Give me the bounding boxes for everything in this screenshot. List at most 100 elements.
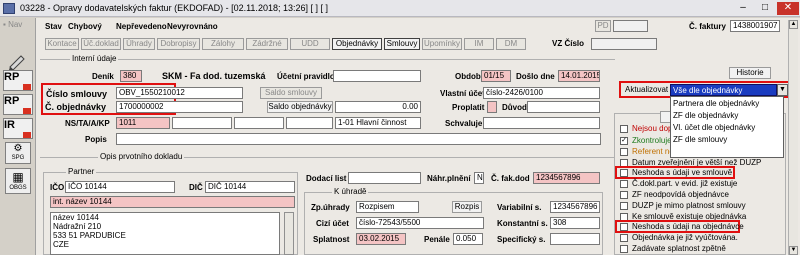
doslo-dne-input[interactable]: 14.01.2015 — [558, 70, 600, 82]
cislo-smlouvy-input[interactable]: OBV_1550210012 — [116, 87, 243, 99]
pd-button[interactable]: PD — [595, 20, 611, 32]
a-input[interactable] — [234, 117, 284, 129]
edit-icon[interactable] — [7, 54, 27, 71]
dodaci-list-input[interactable] — [348, 172, 421, 184]
fak-dod-input[interactable]: 1234567896 — [533, 172, 600, 184]
check-label: ZF neodpovídá objednávce — [632, 190, 729, 199]
rp-button-2[interactable]: RP — [3, 94, 33, 115]
dropdown-option[interactable]: ZF dle objednávky — [673, 111, 738, 120]
check-neshoda-objednavka[interactable] — [620, 223, 628, 231]
tab-dm[interactable]: DM — [496, 38, 526, 50]
tab-smlouvy[interactable]: Smlouvy — [384, 38, 420, 50]
check-referent[interactable] — [620, 148, 628, 156]
ucetni-pravidlo-input[interactable] — [333, 70, 421, 82]
ico-input[interactable]: IČO 10144 — [65, 181, 175, 193]
dropdown-option[interactable]: Partnera dle objednávky — [673, 99, 759, 108]
saldo-smlouvy-button[interactable]: Saldo smlouvy — [260, 87, 322, 99]
nahr-plneni-input[interactable]: N — [474, 172, 484, 184]
tab-objednavky[interactable]: Objednávky — [332, 38, 382, 50]
spg-button[interactable]: ⚙ SPG — [5, 142, 31, 164]
check-label: Objednávka je již vyúčtována. — [632, 233, 738, 242]
proplatit-input[interactable] — [487, 101, 497, 113]
check-zkontroluje[interactable]: ✓ — [620, 137, 628, 145]
nav-button[interactable]: ▪ Nav — [3, 20, 33, 31]
left-toolbar: ▪ Nav RP RP IR ⚙ SPG ▦ OBGS — [0, 18, 36, 255]
title-bar: 03228 - Opravy dodavatelských faktur (EK… — [0, 0, 800, 17]
cislo-faktury-input[interactable]: 1438001907 — [730, 20, 780, 32]
int-nazev-input[interactable]: int. název 10144 — [50, 196, 295, 208]
partner-title: Partner — [66, 167, 97, 176]
tab-im[interactable]: IM — [464, 38, 494, 50]
variabilni-label: Variabilní s. — [497, 203, 542, 212]
tab-zadrzne[interactable]: Zádržné — [246, 38, 288, 50]
dropdown-option[interactable]: Vl. účet dle objednávky — [673, 123, 755, 132]
check-cdokl[interactable] — [620, 180, 628, 188]
saldo-objednavky-button[interactable]: Saldo objednávky — [267, 101, 333, 113]
check-zf-neodpovida[interactable] — [620, 191, 628, 199]
tab-kontace[interactable]: Kontace — [45, 38, 79, 50]
check-label: Zadávate splatnost zpětně — [632, 244, 726, 253]
obgs-button[interactable]: ▦ OBGS — [5, 168, 31, 194]
penale-input[interactable]: 0.050 — [453, 233, 483, 245]
dropdown-option[interactable]: ZF dle smlouvy — [673, 135, 727, 144]
specificky-label: Specifický s. — [497, 235, 546, 244]
window-title: 03228 - Opravy dodavatelských faktur (EK… — [20, 3, 328, 13]
proplatit-label: Proplatit — [452, 103, 485, 112]
aktualizovat-select[interactable]: Vše dle objednávky — [670, 84, 777, 96]
interni-udaje-title: Interní údaje — [70, 54, 119, 63]
dic-input[interactable]: DIČ 10144 — [205, 181, 295, 193]
tab-upominky[interactable]: Upomínky — [422, 38, 462, 50]
duvod-input[interactable] — [527, 101, 600, 113]
obdobi-input[interactable]: 01/15 — [481, 70, 511, 82]
specificky-input[interactable] — [550, 233, 600, 245]
aktualizovat-label: Aktualizovat — [625, 85, 669, 94]
popis-label: Popis — [85, 135, 107, 144]
konstantni-label: Konstantní s. — [497, 219, 548, 228]
tab-uhrady[interactable]: Úhrady — [123, 38, 155, 50]
konstantni-input[interactable]: 308 — [550, 217, 600, 229]
check-duzp[interactable] — [620, 202, 628, 210]
check-splatnost[interactable] — [620, 245, 628, 253]
splatnost-input[interactable]: 03.02.2015 — [356, 233, 406, 245]
scroll-up-icon[interactable]: ▲ — [789, 20, 798, 29]
cizi-ucet-input[interactable]: číslo-72543/5500 — [356, 217, 484, 229]
rozpis-button[interactable]: Rozpis — [452, 201, 482, 213]
denik-label: Deník — [92, 72, 114, 81]
check-neshoda-smlouva[interactable] — [620, 169, 628, 177]
schvaluje-input[interactable] — [483, 117, 600, 129]
ta-input[interactable] — [172, 117, 232, 129]
maximize-button[interactable]: □ — [754, 2, 776, 15]
cislo-objednavky-input[interactable]: 1700000002 — [116, 101, 243, 113]
ns-input[interactable]: 1011 — [116, 117, 170, 129]
vz-cislo-input[interactable] — [591, 38, 657, 50]
stav-label: Stav — [45, 22, 62, 31]
chevron-down-icon[interactable]: ▼ — [777, 84, 788, 96]
saldo-objednavky-value: 0.00 — [335, 101, 421, 113]
obdobi-label: Období — [455, 72, 483, 81]
zp-uhrady-input[interactable]: Rozpisem — [356, 201, 419, 213]
denik-input[interactable]: 380 — [120, 70, 142, 82]
vlastni-ucet-input[interactable]: číslo-2426/0100 — [483, 87, 600, 99]
tab-ucdoklad[interactable]: Úč.doklad — [81, 38, 121, 50]
address-line: Nádražní 210 — [53, 222, 102, 231]
check-vyuctovana[interactable] — [620, 234, 628, 242]
main-scrollbar[interactable]: ▲ ▼ — [788, 20, 798, 255]
kp-input[interactable] — [286, 117, 333, 129]
pd-input[interactable] — [613, 20, 648, 32]
tab-dobropisy[interactable]: Dobropisy — [157, 38, 200, 50]
ir-button[interactable]: IR — [3, 118, 33, 139]
historie-button[interactable]: Historie — [729, 67, 771, 79]
doslo-dne-label: Došlo dne — [516, 72, 555, 81]
minimize-button[interactable]: – — [732, 2, 754, 15]
check-nejsou[interactable] — [620, 125, 628, 133]
scroll-down-icon[interactable]: ▼ — [789, 246, 798, 255]
app-icon — [3, 3, 15, 14]
rp-button-1[interactable]: RP — [3, 70, 33, 91]
variabilni-input[interactable]: 1234567896 — [550, 201, 600, 213]
address-scrollbar[interactable] — [284, 212, 294, 255]
popis-input[interactable] — [116, 133, 601, 145]
close-button[interactable]: ✕ — [777, 2, 799, 15]
skm-label: SKM - Fa dod. tuzemská — [162, 71, 266, 81]
tab-udd[interactable]: UDD — [290, 38, 330, 50]
tab-zalohy[interactable]: Zálohy — [202, 38, 244, 50]
